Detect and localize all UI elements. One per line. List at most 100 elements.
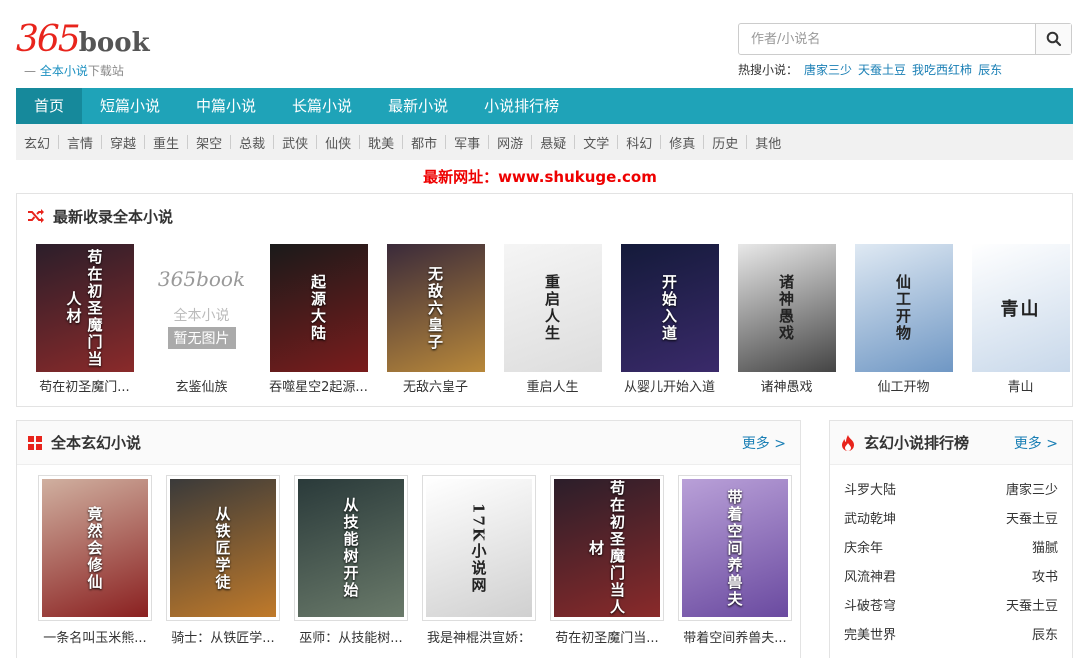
book-cover[interactable]: 带着空间养兽夫	[682, 479, 788, 617]
site-logo[interactable]: 365book — 全本小说下载站	[16, 18, 156, 80]
rank-book-name[interactable]: 武动乾坤	[844, 508, 896, 537]
category-link[interactable]: 军事	[454, 133, 480, 152]
rank-author[interactable]: 唐家三少	[1006, 479, 1058, 508]
book-title[interactable]: 巫师：从技能树...	[289, 627, 413, 646]
rank-row[interactable]: 斗罗大陆 唐家三少	[844, 479, 1058, 508]
book-cover[interactable]: 重启人生	[503, 244, 602, 372]
rank-author[interactable]: 辰东	[1032, 624, 1058, 653]
rank-book-name[interactable]: 风流神君	[844, 566, 896, 595]
category-link[interactable]: 穿越	[110, 133, 136, 152]
category-link[interactable]: 历史	[712, 133, 738, 152]
book-item[interactable]: 从铁匠学徒骑士：从铁匠学...	[159, 475, 287, 646]
book-cover[interactable]: 无敌六皇子	[386, 244, 485, 372]
book-title[interactable]: 从婴儿开始入道	[615, 376, 725, 395]
category-link[interactable]: 修真	[669, 133, 695, 152]
hot-link[interactable]: 我吃西红柿	[912, 63, 972, 77]
book-title[interactable]: 带着空间养兽夫...	[673, 627, 797, 646]
book-title[interactable]: 我是神棍洪宣娇：	[417, 627, 541, 646]
book-title[interactable]: 仙工开物	[849, 376, 959, 395]
category-link[interactable]: 文学	[583, 133, 609, 152]
book-title[interactable]: 诸神愚戏	[732, 376, 842, 395]
rank-row[interactable]: 庆余年 猫腻	[844, 537, 1058, 566]
book-cover[interactable]: 起源大陆	[269, 244, 368, 372]
category-link[interactable]: 武侠	[282, 133, 308, 152]
nav-item-short[interactable]: 短篇小说	[82, 88, 178, 124]
book-cover[interactable]: 开始入道	[620, 244, 719, 372]
category-link[interactable]: 总裁	[239, 133, 265, 152]
category-link[interactable]: 架空	[196, 133, 222, 152]
category-link[interactable]: 言情	[67, 133, 93, 152]
rank-author[interactable]: 攻书	[1032, 566, 1058, 595]
nav-item-home[interactable]: 首页	[16, 88, 83, 124]
book-cover[interactable]: 仙工开物	[854, 244, 953, 372]
hot-link[interactable]: 辰东	[978, 63, 1002, 77]
book-title[interactable]: 无敌六皇子	[381, 376, 491, 395]
category-link[interactable]: 悬疑	[540, 133, 566, 152]
latest-panel: 最新收录全本小说 苟在初圣魔门当人材 苟在初圣魔门... 365book 全本小说 暂无…	[16, 193, 1073, 407]
search-button[interactable]	[1035, 24, 1071, 54]
category-link[interactable]: 耽美	[368, 133, 394, 152]
book-item[interactable]: 带着空间养兽夫带着空间养兽夫...	[671, 475, 799, 646]
book-item[interactable]: 起源大陆吞噬星空2起源...	[260, 244, 377, 395]
nav-item-long[interactable]: 长篇小说	[274, 88, 370, 124]
rank-author[interactable]: 天蚕土豆	[1006, 595, 1058, 624]
book-item[interactable]: 青山 青山	[962, 244, 1079, 395]
hot-link[interactable]: 唐家三少	[804, 63, 852, 77]
rank-row[interactable]: 斗破苍穹 天蚕土豆	[844, 595, 1058, 624]
book-cover[interactable]: 苟在初圣魔门当人材	[35, 244, 134, 372]
rank-book-name[interactable]: 斗罗大陆	[844, 479, 896, 508]
book-item[interactable]: 无敌六皇子 无敌六皇子	[377, 244, 494, 395]
nav-item-ranking[interactable]: 小说排行榜	[466, 88, 577, 124]
book-title[interactable]: 骑士：从铁匠学...	[161, 627, 285, 646]
book-item[interactable]: 诸神愚戏 诸神愚戏	[728, 244, 845, 395]
book-title[interactable]: 苟在初圣魔门当...	[545, 627, 669, 646]
hot-link[interactable]: 天蚕土豆	[858, 63, 906, 77]
book-title[interactable]: 玄鉴仙族	[147, 376, 257, 395]
rank-book-name[interactable]: 庆余年	[844, 537, 883, 566]
xuanhuan-more-link[interactable]: 更多 >	[742, 433, 786, 453]
book-title[interactable]: 一条名叫玉米熊...	[33, 627, 157, 646]
category-link[interactable]: 玄幻	[24, 133, 50, 152]
rank-row[interactable]: 武动乾坤 天蚕土豆	[844, 508, 1058, 537]
rank-book-name[interactable]: 完美世界	[844, 624, 896, 653]
category-link[interactable]: 仙侠	[325, 133, 351, 152]
book-cover-frame: 17K小说网	[422, 475, 536, 621]
book-cover[interactable]: 365book 全本小说 暂无图片	[152, 244, 251, 372]
rank-row[interactable]: 风流神君 攻书	[844, 566, 1058, 595]
book-item[interactable]: 仙工开物 仙工开物	[845, 244, 962, 395]
book-item[interactable]: 从技能树开始巫师：从技能树...	[287, 475, 415, 646]
category-link[interactable]: 都市	[411, 133, 437, 152]
category-link[interactable]: 其他	[755, 133, 781, 152]
book-cover[interactable]: 苟在初圣魔门当人材	[554, 479, 660, 617]
book-item[interactable]: 17K小说网我是神棍洪宣娇：	[415, 475, 543, 646]
cover-title-text: 苟在初圣魔门当人材	[64, 248, 104, 368]
rank-author[interactable]: 天蚕土豆	[1006, 508, 1058, 537]
book-title[interactable]: 苟在初圣魔门...	[30, 376, 140, 395]
book-cover[interactable]: 从技能树开始	[298, 479, 404, 617]
book-cover[interactable]: 从铁匠学徒	[170, 479, 276, 617]
book-cover[interactable]: 诸神愚戏	[737, 244, 836, 372]
rank-more-link[interactable]: 更多 >	[1014, 433, 1058, 453]
rank-book-name[interactable]: 斗破苍穹	[844, 595, 896, 624]
book-item[interactable]: 苟在初圣魔门当人材苟在初圣魔门当...	[543, 475, 671, 646]
nav-item-medium[interactable]: 中篇小说	[178, 88, 274, 124]
book-title[interactable]: 吞噬星空2起源...	[264, 376, 374, 395]
book-item[interactable]: 竟然会修仙一条名叫玉米熊...	[31, 475, 159, 646]
category-link[interactable]: 重生	[153, 133, 179, 152]
book-cover-frame: 带着空间养兽夫	[678, 475, 792, 621]
book-item[interactable]: 重启人生 重启人生	[494, 244, 611, 395]
book-cover[interactable]: 17K小说网	[426, 479, 532, 617]
category-link[interactable]: 网游	[497, 133, 523, 152]
nav-item-latest[interactable]: 最新小说	[370, 88, 466, 124]
book-item[interactable]: 365book 全本小说 暂无图片玄鉴仙族	[143, 244, 260, 395]
rank-row[interactable]: 完美世界 辰东	[844, 624, 1058, 653]
book-item[interactable]: 开始入道从婴儿开始入道	[611, 244, 728, 395]
rank-author[interactable]: 猫腻	[1032, 537, 1058, 566]
book-item[interactable]: 苟在初圣魔门当人材苟在初圣魔门...	[26, 244, 143, 395]
book-cover[interactable]: 竟然会修仙	[42, 479, 148, 617]
search-input[interactable]	[739, 24, 1035, 54]
book-title[interactable]: 重启人生	[498, 376, 608, 395]
book-cover[interactable]: 青山	[971, 244, 1070, 372]
category-link[interactable]: 科幻	[626, 133, 652, 152]
book-title[interactable]: 青山	[966, 376, 1076, 395]
